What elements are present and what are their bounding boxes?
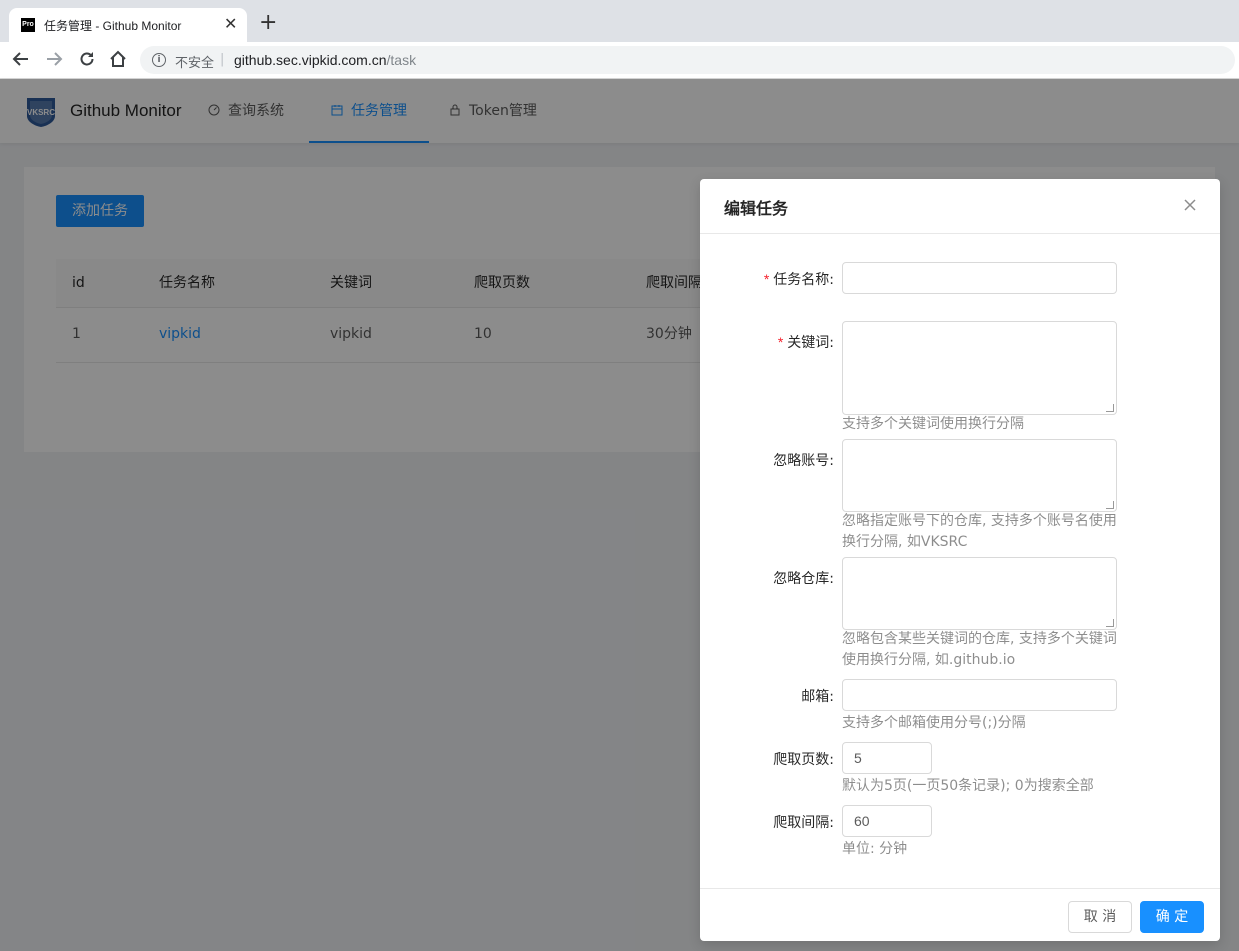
ignore-accounts-textarea[interactable] <box>842 439 1117 512</box>
forward-arrow-icon[interactable] <box>45 50 63 73</box>
ignore-repos-label: 忽略仓库: <box>700 568 834 588</box>
task-name-label: * 任务名称: <box>700 269 834 289</box>
insecure-label: 不安全 <box>175 56 215 71</box>
url-host: github.sec.vipkid.com.cn <box>234 52 387 68</box>
keywords-textarea[interactable] <box>842 321 1117 415</box>
new-tab-button[interactable]: + <box>259 12 277 34</box>
required-mark: * <box>763 271 770 287</box>
interval-help: 单位: 分钟 <box>842 841 908 857</box>
browser-toolbar: i 不安全 | github.sec.vipkid.com.cn/task <box>0 42 1239 79</box>
ignore-repos-help: 忽略包含某些关键词的仓库, 支持多个关键词 <box>842 631 1117 647</box>
label-text: 任务名称 <box>773 272 830 288</box>
ignore-repos-textarea[interactable] <box>842 557 1117 630</box>
interval-label: 爬取间隔: <box>700 812 834 832</box>
label-colon: : <box>829 815 834 831</box>
label-text: 忽略仓库 <box>773 571 830 587</box>
resize-grip-icon[interactable] <box>1106 501 1114 509</box>
url-text: github.sec.vipkid.com.cn/task <box>234 52 416 68</box>
label-colon: : <box>829 752 834 768</box>
browser-tab[interactable]: Pro 任务管理 - Github Monitor ✕ <box>9 8 247 42</box>
pages-input[interactable] <box>842 742 932 774</box>
url-path: /task <box>386 52 417 68</box>
email-help: 支持多个邮箱使用分号(;)分隔 <box>842 715 1026 731</box>
modal-header: 编辑任务 <box>700 179 1220 234</box>
ignore-repos-help: 使用换行分隔, 如.github.io <box>842 652 1016 668</box>
modal-footer: 取 消 确 定 <box>700 888 1220 942</box>
resize-grip-icon[interactable] <box>1106 404 1114 412</box>
label-text: 邮箱 <box>801 689 830 705</box>
browser-tab-strip: Pro 任务管理 - Github Monitor ✕ + <box>0 0 1239 42</box>
task-name-input[interactable] <box>842 262 1117 294</box>
label-colon: : <box>829 689 834 705</box>
label-text: 忽略账号 <box>773 453 830 469</box>
keywords-help: 支持多个关键词使用换行分隔 <box>842 416 1024 432</box>
address-separator: | <box>220 52 225 67</box>
close-icon[interactable] <box>1180 195 1200 215</box>
label-colon: : <box>829 272 834 288</box>
ignore-accounts-label: 忽略账号: <box>700 450 834 470</box>
info-icon[interactable]: i <box>152 53 166 67</box>
label-text: 爬取页数 <box>773 752 830 768</box>
email-input[interactable] <box>842 679 1117 711</box>
label-text: 关键词 <box>787 335 830 351</box>
label-colon: : <box>829 453 834 469</box>
home-icon[interactable] <box>109 50 127 73</box>
cancel-button[interactable]: 取 消 <box>1068 901 1132 933</box>
reload-icon[interactable] <box>78 50 96 73</box>
ignore-accounts-help: 忽略指定账号下的仓库, 支持多个账号名使用 <box>842 513 1117 529</box>
email-label: 邮箱: <box>700 686 834 706</box>
label-text: 爬取间隔 <box>773 815 830 831</box>
modal-title: 编辑任务 <box>724 199 789 218</box>
resize-grip-icon[interactable] <box>1106 619 1114 627</box>
back-arrow-icon[interactable] <box>12 50 30 73</box>
ignore-accounts-help: 换行分隔, 如VKSRC <box>842 534 968 550</box>
pages-label: 爬取页数: <box>700 749 834 769</box>
ok-button[interactable]: 确 定 <box>1140 901 1204 933</box>
address-bar[interactable]: i 不安全 | github.sec.vipkid.com.cn/task <box>140 46 1235 74</box>
pro-favicon-icon: Pro <box>21 18 35 32</box>
pages-help: 默认为5页(一页50条记录); 0为搜索全部 <box>842 778 1094 794</box>
label-colon: : <box>829 335 834 351</box>
interval-input[interactable] <box>842 805 932 837</box>
required-mark: * <box>777 334 784 350</box>
close-tab-icon[interactable]: ✕ <box>224 15 237 33</box>
tab-title: 任务管理 - Github Monitor <box>44 19 182 33</box>
edit-task-modal: 编辑任务 * 任务名称: * 关键词: 支持多个关键词使用换行分隔 忽略账号: 忽略… <box>700 179 1220 941</box>
keywords-label: * 关键词: <box>700 332 834 352</box>
label-colon: : <box>829 571 834 587</box>
